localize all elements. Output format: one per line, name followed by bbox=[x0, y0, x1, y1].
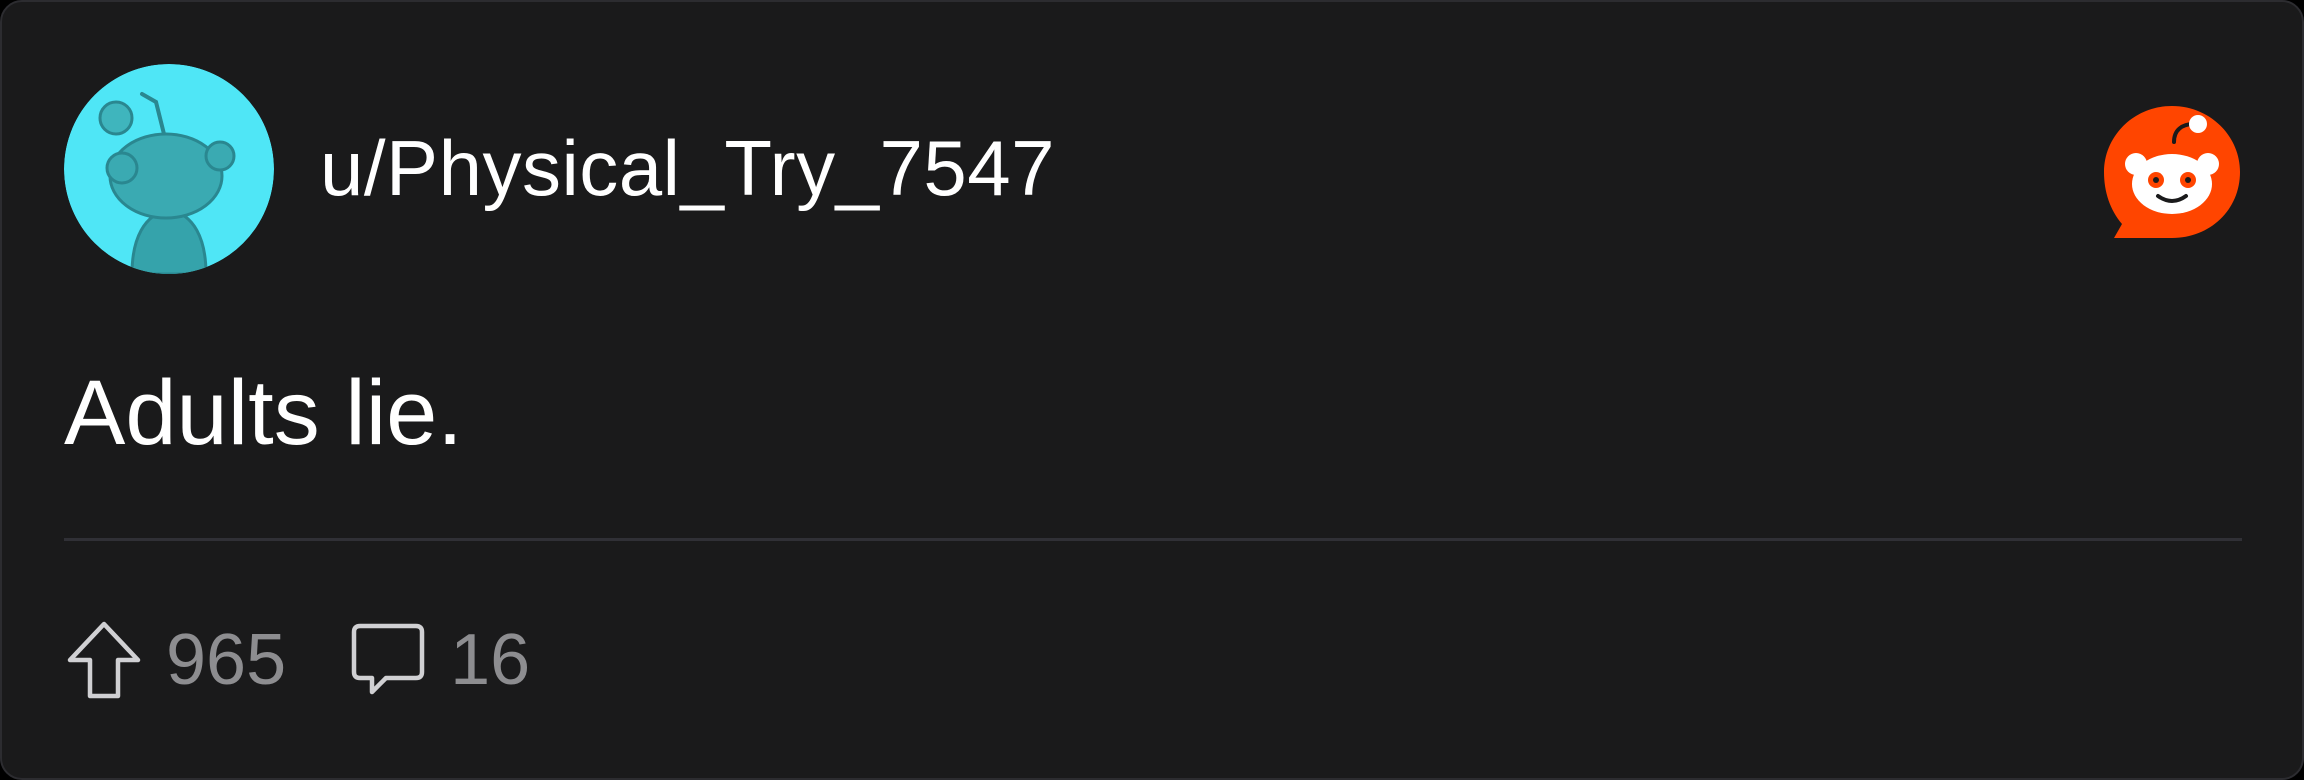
divider bbox=[64, 538, 2242, 541]
post-body-text: Adults lie. bbox=[64, 362, 463, 464]
upvote-count: 965 bbox=[166, 620, 287, 700]
comment-action[interactable]: 16 bbox=[348, 618, 530, 702]
comment-bubble-icon[interactable] bbox=[348, 618, 428, 702]
reddit-logo bbox=[2100, 102, 2244, 246]
upvote-arrow-icon[interactable] bbox=[64, 618, 144, 702]
post-card[interactable]: u/Physical_Try_7547 Adults lie. 965 16 bbox=[0, 0, 2304, 780]
comment-count: 16 bbox=[450, 620, 531, 700]
post-username[interactable]: u/Physical_Try_7547 bbox=[320, 120, 1055, 216]
snoo-avatar-icon bbox=[64, 64, 274, 274]
upvote-action[interactable]: 965 bbox=[64, 618, 286, 702]
reddit-logo-icon bbox=[2104, 106, 2240, 238]
post-actions: 965 16 bbox=[64, 618, 530, 702]
user-avatar[interactable] bbox=[64, 64, 274, 274]
